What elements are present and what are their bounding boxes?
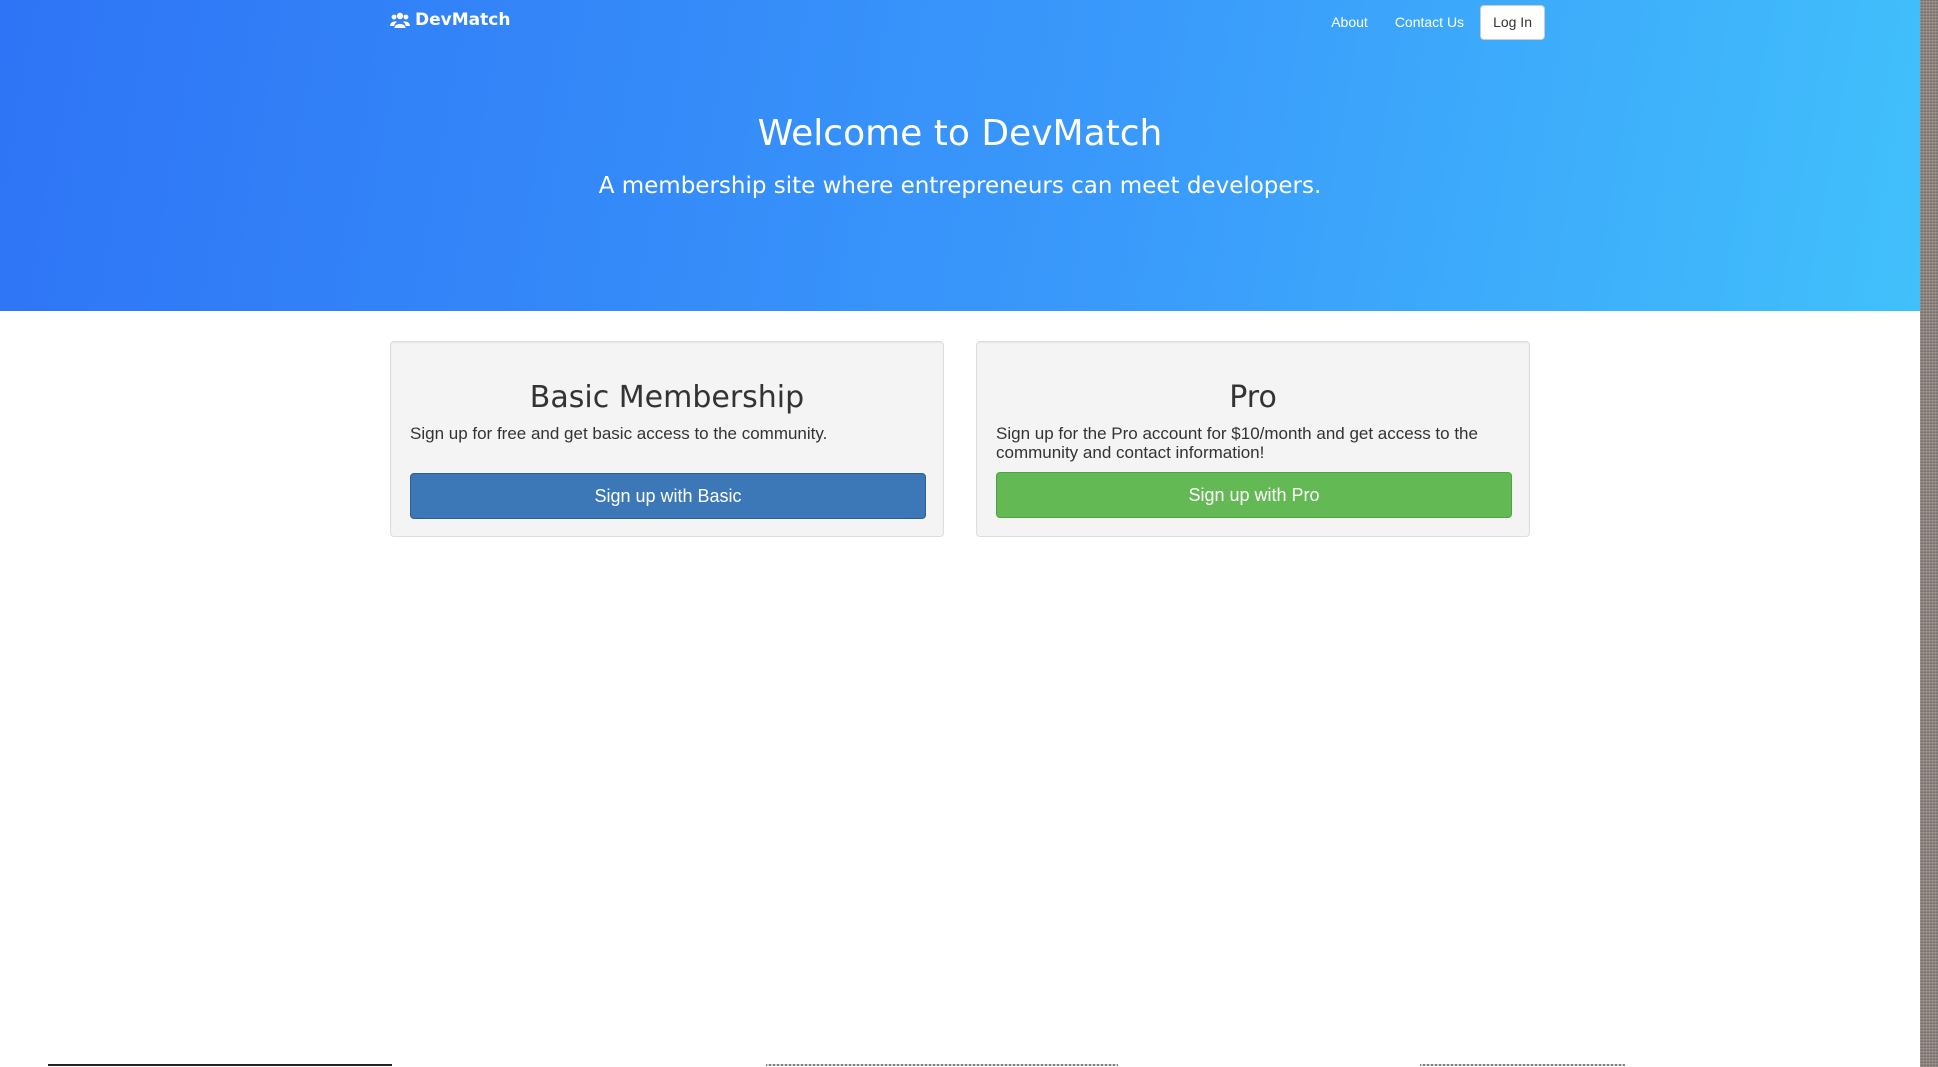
page: DevMatch About Contact Us Log In Welcome… bbox=[0, 0, 1938, 1067]
brand-name: DevMatch bbox=[415, 10, 511, 30]
taskbar-edge-right bbox=[1420, 1064, 1625, 1066]
nav-links: About Contact Us Log In bbox=[1321, 4, 1545, 40]
sign-up-basic-button[interactable]: Sign up with Basic bbox=[410, 473, 926, 519]
users-icon bbox=[390, 12, 410, 28]
taskbar-edge-middle bbox=[766, 1064, 1118, 1066]
top-navbar: DevMatch About Contact Us Log In bbox=[0, 0, 1920, 42]
hero-subtitle: A membership site where entrepreneurs ca… bbox=[598, 173, 1322, 199]
pro-membership-card: Pro Sign up for the Pro account for $10/… bbox=[976, 341, 1530, 537]
pro-plan-title: Pro bbox=[1229, 380, 1277, 415]
nav-link-about[interactable]: About bbox=[1321, 4, 1378, 40]
basic-membership-card: Basic Membership Sign up for free and ge… bbox=[390, 341, 944, 537]
basic-plan-description: Sign up for free and get basic access to… bbox=[410, 424, 828, 443]
hero-banner: DevMatch About Contact Us Log In Welcome… bbox=[0, 0, 1920, 311]
taskbar-edge-left bbox=[48, 1064, 392, 1066]
browser-viewport: DevMatch About Contact Us Log In Welcome… bbox=[0, 0, 1920, 1067]
adjacent-window-edge bbox=[1920, 0, 1938, 1067]
login-button[interactable]: Log In bbox=[1480, 4, 1545, 40]
hero-title: Welcome to DevMatch bbox=[757, 113, 1163, 154]
brand-link[interactable]: DevMatch bbox=[390, 10, 510, 30]
pro-plan-description: Sign up for the Pro account for $10/mont… bbox=[996, 424, 1478, 462]
sign-up-pro-button[interactable]: Sign up with Pro bbox=[996, 472, 1512, 518]
basic-plan-title: Basic Membership bbox=[529, 380, 805, 415]
nav-link-contact-us[interactable]: Contact Us bbox=[1385, 4, 1474, 40]
